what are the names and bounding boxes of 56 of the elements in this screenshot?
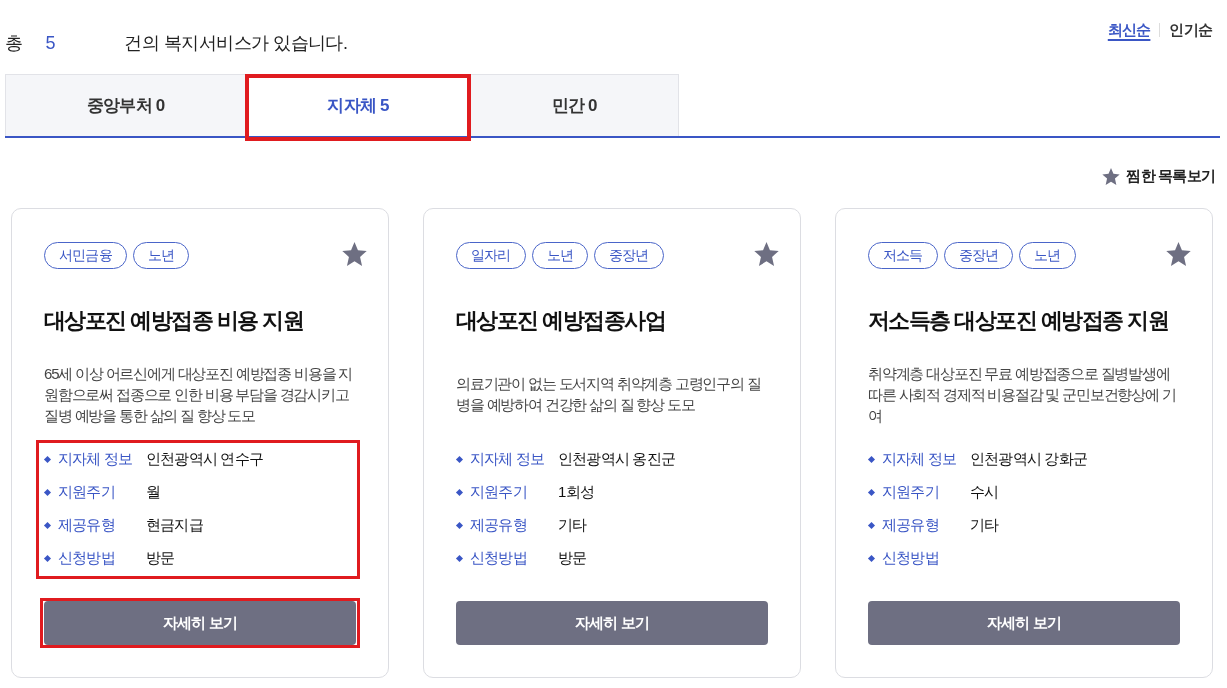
tab[interactable]: 민간 0 — [470, 74, 679, 136]
info-value: 기타 — [558, 516, 587, 535]
info-label: 제공유형 — [58, 516, 116, 535]
info-value: 기타 — [970, 516, 999, 535]
tab[interactable]: 중앙부처 0 — [5, 74, 247, 136]
info-label: 제공유형 — [882, 516, 940, 535]
detail-button[interactable]: 자세히 보기 — [868, 601, 1180, 645]
info-label: 지자체 정보 — [882, 450, 958, 469]
favorites-link[interactable]: 찜한 목록보기 — [1102, 165, 1215, 187]
card-description: 취약계층 대상포진 무료 예방접종으로 질병발생에 따른 사회적 경제적 비용절감 및 군민보건향상에 기여 — [868, 363, 1177, 426]
info-label: 지원주기 — [470, 483, 528, 502]
info-value: 인천광역시 연수구 — [146, 450, 263, 469]
info-value: 수시 — [970, 483, 999, 502]
info-label: 신청방법 — [882, 549, 940, 568]
detail-button[interactable]: 자세히 보기 — [456, 601, 768, 645]
diamond-bullet-icon — [43, 554, 52, 563]
card-title: 대상포진 예방접종 비용 지원 — [44, 307, 305, 335]
star-icon — [1102, 167, 1121, 185]
diamond-bullet-icon — [455, 554, 464, 563]
info-label: 제공유형 — [470, 516, 528, 535]
card-title: 대상포진 예방접종사업 — [456, 307, 667, 335]
star-icon[interactable] — [342, 242, 367, 266]
info-value: 방문 — [558, 549, 587, 568]
card-title: 저소득층 대상포진 예방접종 지원 — [868, 307, 1170, 335]
info-label: 지자체 정보 — [58, 450, 134, 469]
info-label: 신청방법 — [58, 549, 116, 568]
info-value: 1회성 — [558, 483, 594, 502]
sort-option[interactable]: 인기순 — [1169, 19, 1212, 41]
info-value: 인천광역시 강화군 — [970, 450, 1087, 469]
card-description: 65세 이상 어르신에게 대상포진 예방접종 비용을 지원함으로써 접종으로 인한 비용 부담을 경감시키고 질병 예방을 통한 삶의 질 향상 도모 — [44, 363, 354, 426]
info-label: 신청방법 — [470, 549, 528, 568]
result-text: 건의 복지서비스가 있습니다. — [124, 32, 348, 55]
diamond-bullet-icon — [867, 554, 876, 563]
detail-button[interactable]: 자세히 보기 — [44, 601, 356, 645]
total-count: 5 — [45, 32, 56, 55]
diamond-bullet-icon — [867, 521, 876, 530]
info-label: 지원주기 — [58, 483, 116, 502]
total-label: 총 — [5, 32, 23, 55]
sort-option[interactable]: 최신순 — [1107, 19, 1151, 41]
info-label: 지원주기 — [882, 483, 940, 502]
info-value: 인천광역시 옹진군 — [558, 450, 675, 469]
star-icon[interactable] — [1166, 242, 1191, 266]
diamond-bullet-icon — [455, 455, 464, 464]
info-label: 지자체 정보 — [470, 450, 546, 469]
diamond-bullet-icon — [867, 455, 876, 464]
info-value: 현금지급 — [146, 516, 203, 535]
diamond-bullet-icon — [455, 521, 464, 530]
info-value: 방문 — [146, 549, 175, 568]
info-value: 월 — [146, 483, 161, 502]
diamond-bullet-icon — [455, 488, 464, 497]
diamond-bullet-icon — [43, 488, 52, 497]
diamond-bullet-icon — [43, 521, 52, 530]
card-description: 의료기관이 없는 도서지역 취약계층 고령인구의 질병을 예방하여 건강한 삶의 질 향상 도모 — [456, 374, 762, 415]
diamond-bullet-icon — [43, 455, 52, 464]
star-icon[interactable] — [754, 242, 779, 266]
diamond-bullet-icon — [867, 488, 876, 497]
